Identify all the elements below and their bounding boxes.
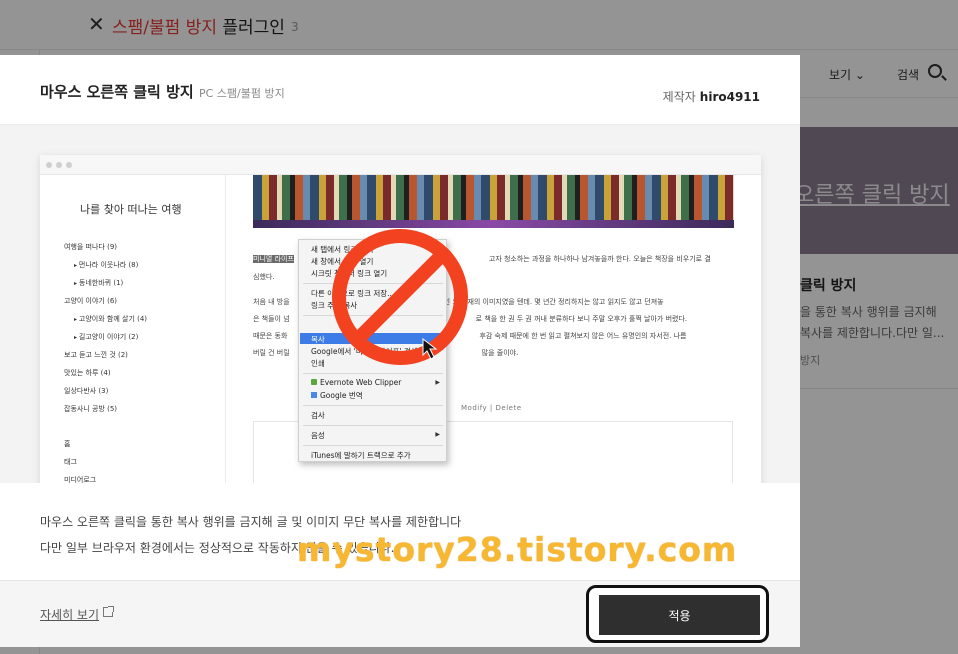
window-dot [66,162,72,168]
category-item: 길고양이 이야기 (2) [74,332,138,342]
context-menu-item-label: Google 번역 [320,391,363,400]
preview-area: 나를 찾아 떠나는 여행 여행을 떠나다 (9) 먼나라 이웃나라 (8) 동네… [0,125,800,483]
post-line-text: 때문은 동화 [253,332,288,340]
external-link-icon [103,606,114,617]
context-menu-item: 음성 [311,431,325,440]
nav-home: 홈 [64,440,71,448]
menu-separator [303,405,443,406]
blog-name: 나를 찾아 떠나는 여행 [80,203,182,216]
evernote-icon [311,379,317,385]
modal-category: PC 스팸/불펌 방지 [199,87,285,100]
maker-label: 제작자 [662,90,696,104]
post-cover-image [253,175,734,228]
detail-link[interactable]: 자세히 보기 [40,606,99,623]
submenu-arrow-icon: ▶ [435,379,440,386]
modal-title: 마우스 오른쪽 클릭 방지 [40,83,194,101]
modal-description-1: 마우스 오른쪽 클릭을 통한 복사 행위를 금지해 글 및 이미지 무단 복사를… [40,515,462,529]
modal-footer: 자세히 보기 적용 [0,580,800,647]
nav-media: 미디어로그 [64,476,97,483]
watermark-text: mystory28.tistory.com [297,530,738,569]
post-line-text: 로 책을 한 권 두 권 꺼내 분류하다 보니 주말 오후가 훌쩍 날아가 버렸… [475,315,688,323]
maker-name: hiro4911 [699,90,760,104]
context-menu-item: Google 번역 [311,390,363,401]
highlighted-text: 미니멀 라이프 [253,255,294,263]
apply-button[interactable]: 적용 [599,595,760,635]
context-menu-item: 검사 [311,411,325,420]
category-item: 일상다반사 (3) [64,387,109,395]
category-item: 고양이와 함께 살기 (4) [74,314,147,324]
post-line-text: 후감 숙제 때문에 한 번 읽고 펼쳐보지 않은 어느 유명인의 자서전. 나름 [479,332,687,340]
window-dot [46,162,52,168]
blog-sidebar: 나를 찾아 떠나는 여행 여행을 떠나다 (9) 먼나라 이웃나라 (8) 동네… [40,175,226,483]
menu-separator [303,425,443,426]
window-dot [56,162,62,168]
prohibited-icon [332,229,468,365]
menu-separator [303,445,443,446]
post-line-text: 고자 청소하는 과정을 하나하나 남겨놓을까 한다. 오늘은 책장을 비우기로 … [488,255,711,263]
modal-maker: 제작자 hiro4911 [663,88,760,105]
nav-tag: 태그 [64,458,77,466]
google-translate-icon [311,392,317,398]
category-item: 먼나라 이웃나라 (8) [74,260,138,270]
post-line-text: 은 책들이 넘 [253,315,290,323]
menu-separator [303,373,443,374]
category-item: 잡동사니 공방 (5) [64,405,118,413]
context-menu-item: iTunes에 말하기 트랙으로 추가 [311,451,411,460]
category-item: 동네한바퀴 (1) [74,278,123,288]
preview-browser: 나를 찾아 떠나는 여행 여행을 떠나다 (9) 먼나라 이웃나라 (8) 동네… [40,155,761,483]
post-line-text: 처음 내 방을 [253,298,290,306]
post-line-text: 많을 줄이야. [481,349,519,357]
post-line-text: 버릴 건 버릴 [253,349,290,357]
context-menu-item-label: Evernote Web Clipper [320,378,402,387]
context-menu-item: Evernote Web Clipper [311,378,401,387]
context-menu-item: 인쇄 [311,359,325,368]
modal-header: 마우스 오른쪽 클릭 방지 PC 스팸/불펌 방지 제작자 hiro4911 [0,55,800,125]
submenu-arrow-icon: ▶ [435,431,440,438]
context-menu-item-copy: 복사 [311,335,325,344]
modify-delete-links: Modify | Delete [461,404,522,412]
category-item: 여행을 떠나다 (9) [64,243,118,251]
prohibited-slash [353,250,447,344]
post-line-text: 서재의 이미지였을 텐데. 몇 년간 정리하지는 않고 읽지도 않고 던져놓 [461,298,664,306]
category-item: 고양이 이야기 (6) [64,297,118,305]
browser-bar [40,155,761,175]
category-item: 보고 듣고 느낀 것 (2) [64,351,128,359]
category-item: 맛있는 하루 (4) [64,369,111,377]
